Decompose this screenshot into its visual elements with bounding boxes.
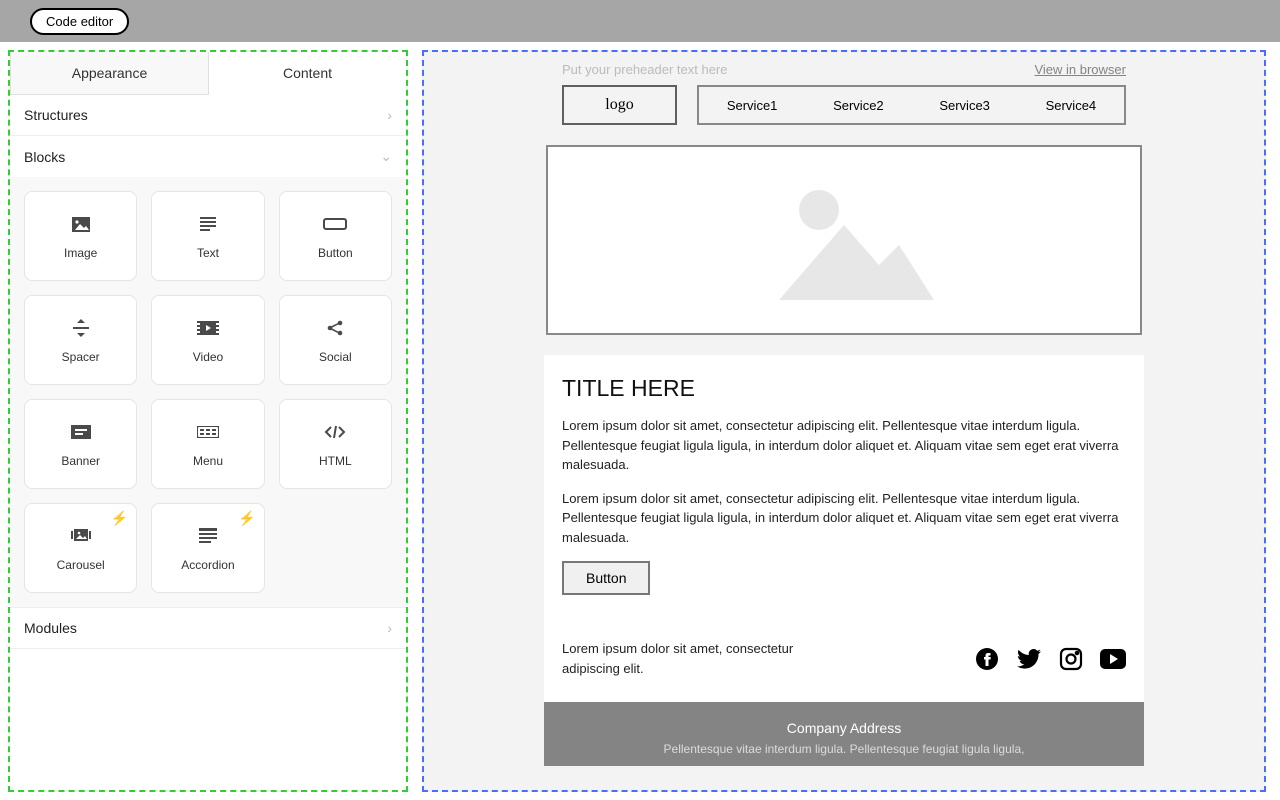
- nav-item-3[interactable]: Service3: [939, 98, 990, 113]
- block-social-label: Social: [319, 350, 352, 364]
- hero-image-placeholder[interactable]: [546, 145, 1142, 335]
- text-icon: [200, 212, 216, 236]
- spacer-icon: [73, 316, 89, 340]
- footer-row: Lorem ipsum dolor sit amet, consectetur …: [544, 615, 1144, 702]
- modules-label: Modules: [24, 620, 77, 636]
- block-banner-label: Banner: [61, 454, 100, 468]
- company-footer: Company Address Pellentesque vitae inter…: [544, 702, 1144, 766]
- code-editor-button[interactable]: Code editor: [30, 8, 129, 35]
- tab-appearance[interactable]: Appearance: [10, 52, 209, 95]
- block-social[interactable]: Social: [279, 295, 392, 385]
- block-menu[interactable]: Menu: [151, 399, 264, 489]
- chevron-right-icon: ›: [387, 107, 392, 123]
- block-text[interactable]: Text: [151, 191, 264, 281]
- preheader-text[interactable]: Put your preheader text here: [562, 62, 728, 77]
- preview-canvas: Put your preheader text here View in bro…: [422, 50, 1266, 792]
- blocks-grid: Image Text Button Spacer Video Social: [10, 177, 406, 607]
- block-banner[interactable]: Banner: [24, 399, 137, 489]
- main-area: Appearance Content Structures › Blocks ⌄…: [0, 42, 1280, 800]
- bolt-icon: ⚡: [238, 510, 255, 527]
- block-button-label: Button: [318, 246, 353, 260]
- nav-item-2[interactable]: Service2: [833, 98, 884, 113]
- paragraph-2[interactable]: Lorem ipsum dolor sit amet, consectetur …: [562, 489, 1126, 548]
- sidebar-tabs: Appearance Content: [10, 52, 406, 95]
- block-carousel-label: Carousel: [57, 558, 105, 572]
- nav-item-1[interactable]: Service1: [727, 98, 778, 113]
- structures-label: Structures: [24, 107, 88, 123]
- view-in-browser-link[interactable]: View in browser: [1034, 62, 1126, 77]
- section-structures[interactable]: Structures ›: [10, 95, 406, 136]
- block-accordion-label: Accordion: [181, 558, 234, 572]
- block-text-label: Text: [197, 246, 219, 260]
- video-icon: [197, 316, 219, 340]
- cta-button[interactable]: Button: [562, 561, 650, 595]
- block-html-label: HTML: [319, 454, 352, 468]
- block-video[interactable]: Video: [151, 295, 264, 385]
- social-icon: [326, 316, 344, 340]
- nav-menu: Service1 Service2 Service3 Service4: [697, 85, 1126, 125]
- preheader-row: Put your preheader text here View in bro…: [544, 52, 1144, 85]
- html-icon: [324, 420, 346, 444]
- social-icons: [974, 646, 1126, 672]
- nav-item-4[interactable]: Service4: [1046, 98, 1097, 113]
- block-menu-label: Menu: [193, 454, 223, 468]
- instagram-icon[interactable]: [1058, 646, 1084, 672]
- block-carousel[interactable]: ⚡ Carousel: [24, 503, 137, 593]
- image-icon: [72, 212, 90, 236]
- chevron-down-icon: ⌄: [380, 148, 392, 165]
- section-modules[interactable]: Modules ›: [10, 607, 406, 649]
- title-text[interactable]: TITLE HERE: [562, 375, 1126, 402]
- image-placeholder-icon: [749, 170, 939, 310]
- header-row: logo Service1 Service2 Service3 Service4: [544, 85, 1144, 145]
- blocks-label: Blocks: [24, 149, 65, 165]
- topbar: Code editor: [0, 0, 1280, 42]
- block-spacer-label: Spacer: [62, 350, 100, 364]
- block-button[interactable]: Button: [279, 191, 392, 281]
- sidebar: Appearance Content Structures › Blocks ⌄…: [8, 50, 408, 792]
- chevron-right-icon: ›: [387, 620, 392, 636]
- logo-placeholder[interactable]: logo: [562, 85, 677, 125]
- block-html[interactable]: HTML: [279, 399, 392, 489]
- section-blocks[interactable]: Blocks ⌄: [10, 136, 406, 177]
- email-template: Put your preheader text here View in bro…: [544, 52, 1144, 766]
- paragraph-1[interactable]: Lorem ipsum dolor sit amet, consectetur …: [562, 416, 1126, 475]
- block-image[interactable]: Image: [24, 191, 137, 281]
- youtube-icon[interactable]: [1100, 646, 1126, 672]
- bolt-icon: ⚡: [111, 510, 128, 527]
- carousel-icon: [71, 524, 91, 548]
- tab-content[interactable]: Content: [209, 52, 406, 95]
- menu-icon: [197, 420, 219, 444]
- company-address[interactable]: Company Address: [554, 720, 1134, 736]
- button-icon: [323, 212, 347, 236]
- block-image-label: Image: [64, 246, 97, 260]
- accordion-icon: [199, 524, 217, 548]
- content-area: TITLE HERE Lorem ipsum dolor sit amet, c…: [544, 355, 1144, 615]
- twitter-icon[interactable]: [1016, 646, 1042, 672]
- footer-text[interactable]: Lorem ipsum dolor sit amet, consectetur …: [562, 639, 822, 678]
- banner-icon: [71, 420, 91, 444]
- facebook-icon[interactable]: [974, 646, 1000, 672]
- block-spacer[interactable]: Spacer: [24, 295, 137, 385]
- block-video-label: Video: [193, 350, 223, 364]
- block-accordion[interactable]: ⚡ Accordion: [151, 503, 264, 593]
- company-subtext[interactable]: Pellentesque vitae interdum ligula. Pell…: [554, 742, 1134, 756]
